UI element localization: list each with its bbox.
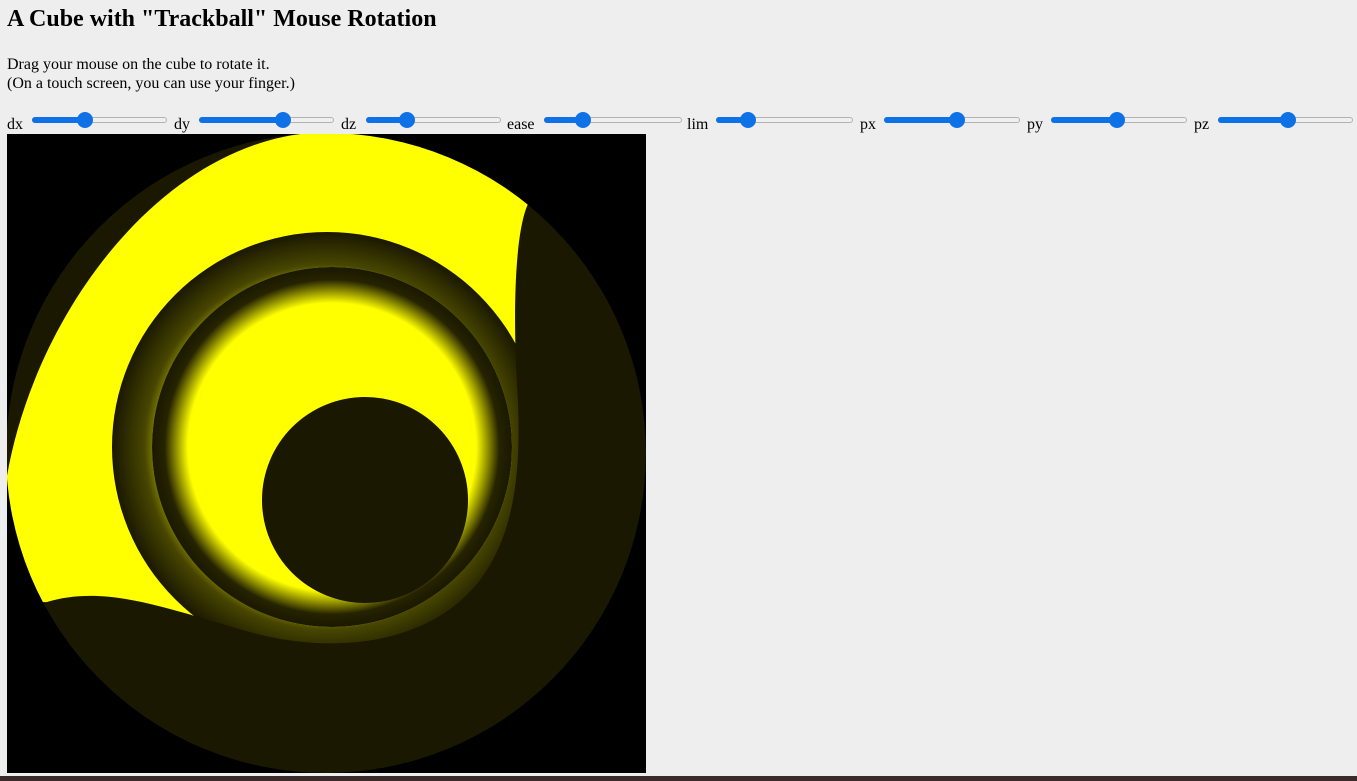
slider-label: pz <box>1194 116 1210 133</box>
bottom-strip <box>0 776 1357 781</box>
core-circle <box>262 397 468 603</box>
cube-render[interactable] <box>7 134 646 773</box>
page-title: A Cube with "Trackball" Mouse Rotation <box>7 6 437 32</box>
instructions: Drag your mouse on the cube to rotate it… <box>7 55 295 93</box>
slider-label: dz <box>341 116 357 133</box>
slider-thumb[interactable] <box>1108 112 1125 128</box>
slider-thumb[interactable] <box>275 112 292 128</box>
control-dy: dy <box>168 110 336 134</box>
instruction-line: Drag your mouse on the cube to rotate it… <box>7 56 270 73</box>
slider-thumb[interactable] <box>77 112 94 128</box>
dz-slider[interactable] <box>366 112 501 128</box>
slider-label: dx <box>7 116 23 133</box>
control-dz: dz <box>336 110 504 134</box>
dx-slider[interactable] <box>32 112 167 128</box>
slider-label: px <box>860 116 876 133</box>
instruction-line: (On a touch screen, you can use your fin… <box>7 75 295 92</box>
cube-canvas[interactable] <box>7 134 646 773</box>
slider-thumb[interactable] <box>948 112 965 128</box>
control-lim: lim <box>684 110 856 134</box>
ease-slider[interactable] <box>544 112 682 128</box>
slider-label: lim <box>687 116 709 133</box>
px-slider[interactable] <box>884 112 1020 128</box>
slider-controls: dx dy dz ease lim px py pz <box>0 110 1357 134</box>
control-pz: pz <box>1192 110 1357 134</box>
slider-thumb[interactable] <box>399 112 416 128</box>
slider-thumb[interactable] <box>1279 112 1296 128</box>
pz-slider[interactable] <box>1218 112 1353 128</box>
slider-label: py <box>1027 116 1043 133</box>
slider-thumb[interactable] <box>574 112 591 128</box>
py-slider[interactable] <box>1051 112 1187 128</box>
control-dx: dx <box>0 110 168 134</box>
control-py: py <box>1024 110 1192 134</box>
dy-slider[interactable] <box>199 112 334 128</box>
control-ease: ease <box>504 110 684 134</box>
lim-slider[interactable] <box>716 112 853 128</box>
control-px: px <box>856 110 1024 134</box>
slider-label: ease <box>507 116 535 133</box>
slider-thumb[interactable] <box>740 112 757 128</box>
slider-label: dy <box>174 116 190 133</box>
